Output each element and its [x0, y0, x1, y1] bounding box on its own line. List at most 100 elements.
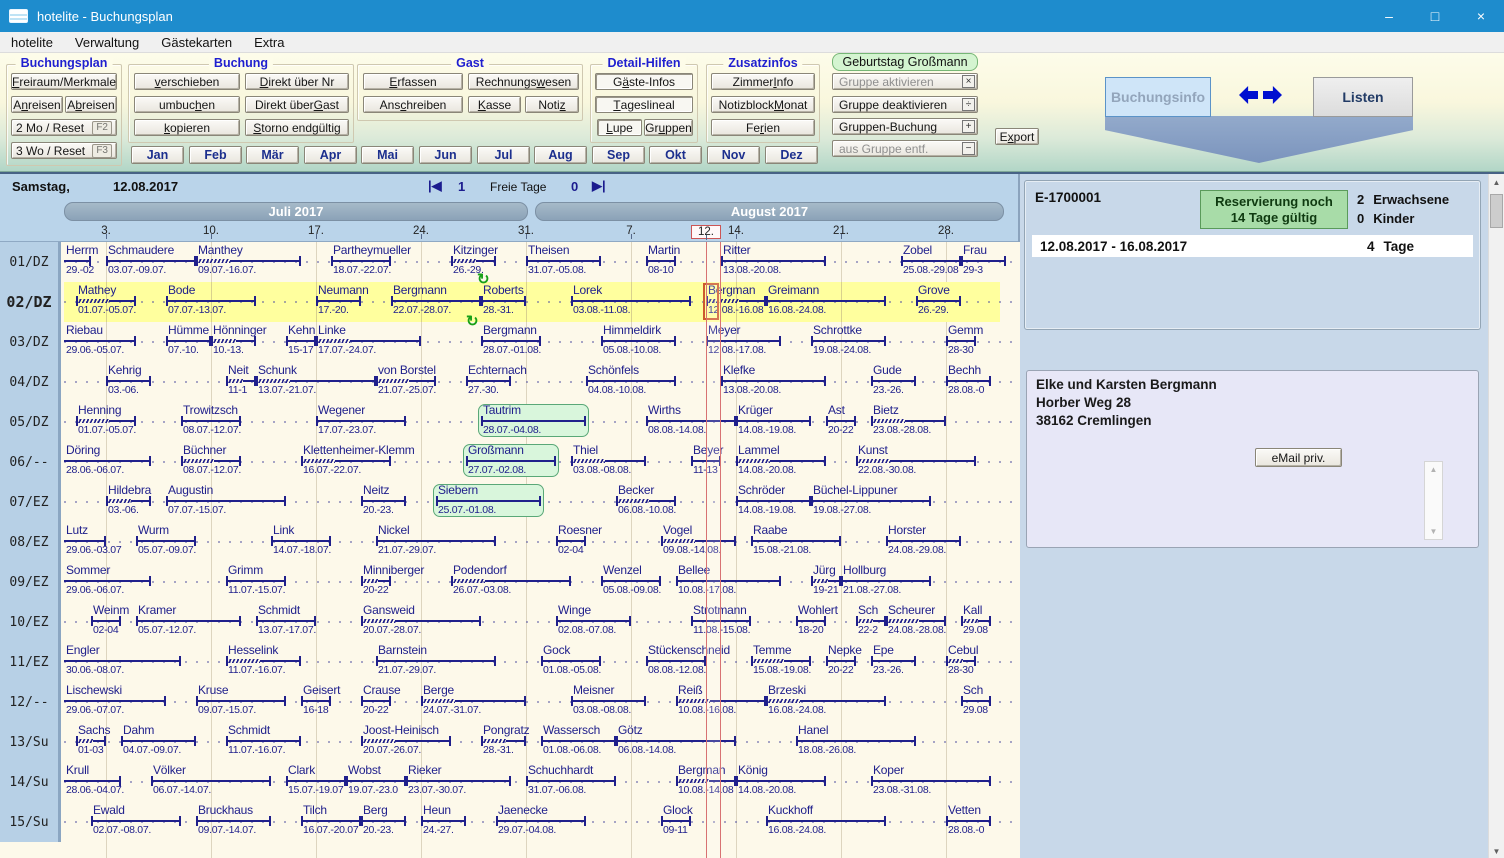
booking[interactable]: Wegener17.07.-23.07.: [316, 402, 406, 442]
arrow-right-icon[interactable]: [1263, 86, 1282, 104]
booking[interactable]: Thiel03.08.-08.08.: [571, 442, 646, 482]
booking[interactable]: Cebul28-30: [946, 642, 976, 682]
booking[interactable]: Tautrim28.07.-04.08.: [481, 402, 586, 442]
anreisen-button[interactable]: Anreisen: [11, 96, 63, 113]
room-timeline[interactable]: Ewald02.07.-08.07.Bruckhaus09.07.-14.07.…: [64, 802, 1020, 842]
booking[interactable]: Wohlert18-20: [796, 602, 826, 642]
booking[interactable]: Wobst19.07.-23.0: [346, 762, 406, 802]
booking[interactable]: Bergmann28.07.-01.08.: [481, 322, 541, 362]
booking[interactable]: Krull28.06.-04.07.: [64, 762, 121, 802]
booking[interactable]: Crause20-22: [361, 682, 391, 722]
booking[interactable]: Grove26.-29.: [916, 282, 961, 322]
booking[interactable]: Nickel21.07.-29.07.: [376, 522, 496, 562]
menu-extra[interactable]: Extra: [243, 32, 295, 53]
booking[interactable]: Büchner08.07.-12.07.: [181, 442, 241, 482]
booking[interactable]: Henning01.07.-05.07.: [76, 402, 136, 442]
booking[interactable]: Jaenecke29.07.-04.08.: [496, 802, 586, 842]
jump-last-icon[interactable]: ▶|: [592, 178, 606, 194]
booking[interactable]: Echternach27.-30.: [466, 362, 511, 402]
month-button-feb[interactable]: Feb: [189, 146, 242, 164]
booking[interactable]: Beyer11-13: [691, 442, 721, 482]
month-button-dez[interactable]: Dez: [765, 146, 818, 164]
booking[interactable]: Wassersch01.08.-06.08.: [541, 722, 616, 762]
minimize-button[interactable]: –: [1366, 0, 1412, 32]
booking[interactable]: Gemm28-30: [946, 322, 976, 362]
month-button-nov[interactable]: Nov: [707, 146, 760, 164]
booking[interactable]: Neumann17.-20.: [316, 282, 361, 322]
rechnungswesen-button[interactable]: Rechnungswesen: [468, 73, 579, 90]
scroll-up-icon[interactable]: ▲: [1489, 174, 1504, 191]
room-timeline[interactable]: Riebau29.06.-05.07.Hümme07.-10.Hönninger…: [64, 322, 1020, 362]
booking[interactable]: Bruckhaus09.07.-14.07.: [196, 802, 271, 842]
booking[interactable]: Linke17.07.-24.07.: [316, 322, 421, 362]
booking[interactable]: Klefke13.08.-20.08.: [721, 362, 826, 402]
booking[interactable]: Roesner02-04: [556, 522, 586, 562]
booking[interactable]: Bellee10.08.-17.08.: [676, 562, 781, 602]
booking[interactable]: Schmaudere03.07.-09.07.: [106, 242, 196, 282]
room-timeline[interactable]: Lischewski29.06.-07.07.Kruse09.07.-15.07…: [64, 682, 1020, 722]
room-label[interactable]: 04/DZ: [0, 362, 61, 402]
room-label[interactable]: 12/--: [0, 682, 61, 722]
booking[interactable]: Raabe15.08.-21.08.: [751, 522, 841, 562]
booking[interactable]: Barnstein21.07.-29.07.: [376, 642, 496, 682]
booking[interactable]: Greimann16.08.-24.08.: [766, 282, 886, 322]
room-label[interactable]: 01/DZ: [0, 242, 61, 282]
gruppen-buchung-button[interactable]: Gruppen-Buchung +: [832, 118, 978, 135]
window-scrollbar[interactable]: ▲ ▼: [1488, 174, 1504, 858]
booking[interactable]: Kall29.08: [961, 602, 991, 642]
room-label[interactable]: 03/DZ: [0, 322, 61, 362]
booking[interactable]: Klettenheimer-Klemm16.07.-22.07.: [301, 442, 391, 482]
verschieben-button[interactable]: verschieben: [134, 73, 240, 90]
aus-gruppe-entfernen-button[interactable]: aus Gruppe entf. −: [832, 140, 978, 157]
booking[interactable]: Heun24.-27.: [421, 802, 466, 842]
booking[interactable]: Berg20.-23.: [361, 802, 406, 842]
room-label[interactable]: 07/EZ: [0, 482, 61, 522]
booking[interactable]: Glock09-11: [661, 802, 691, 842]
booking[interactable]: Sch29.08: [961, 682, 991, 722]
booking[interactable]: Winge02.08.-07.08.: [556, 602, 631, 642]
scroll-down-icon[interactable]: ▼: [1489, 843, 1504, 858]
gruppen-button[interactable]: Gruppen: [644, 119, 693, 136]
room-timeline[interactable]: Sachs01-03Dahm04.07.-09.07.Schmidt11.07.…: [64, 722, 1020, 762]
booking[interactable]: Hönninger10.-13.: [211, 322, 256, 362]
booking[interactable]: Rieker23.07.-30.07.: [406, 762, 511, 802]
gruppe-aktivieren-button[interactable]: Gruppe aktivieren ×: [832, 73, 978, 90]
booking[interactable]: Gude23.-26.: [871, 362, 916, 402]
direkt-ueber-gast-button[interactable]: Direkt über Gast: [245, 96, 349, 113]
booking[interactable]: Meisner03.08.-08.08.: [571, 682, 646, 722]
umbuchen-button[interactable]: umbuchen: [134, 96, 240, 113]
month-button-jan[interactable]: Jan: [131, 146, 184, 164]
menu-gaestekarten[interactable]: Gästekarten: [150, 32, 243, 53]
booking[interactable]: Riebau29.06.-05.07.: [64, 322, 136, 362]
buchungsinfo-button[interactable]: Buchungsinfo: [1105, 77, 1211, 117]
direkt-ueber-nr-button[interactable]: Direkt über Nr: [245, 73, 349, 90]
booking[interactable]: Schröder14.08.-19.08.: [736, 482, 811, 522]
room-timeline[interactable]: Kehrig03.-06.Neit11-1Schunk13.07.-21.07.…: [64, 362, 1020, 402]
reservation-date-row[interactable]: 12.08.2017 - 16.08.2017 4 Tage: [1032, 235, 1473, 257]
booking[interactable]: Sommer29.06.-06.07.: [64, 562, 151, 602]
booking[interactable]: Bergman12.08.-16.08: [706, 282, 766, 322]
booking[interactable]: Nepke20-22: [826, 642, 856, 682]
room-timeline[interactable]: Döring28.06.-06.07.Büchner08.07.-12.07.K…: [64, 442, 1020, 482]
booking[interactable]: Horster24.08.-29.08.: [886, 522, 961, 562]
booking[interactable]: von Borstel21.07.-25.07.: [376, 362, 436, 402]
room-label[interactable]: 14/Su: [0, 762, 61, 802]
booking[interactable]: Bode07.07.-13.07.: [166, 282, 256, 322]
booking[interactable]: Becker06.08.-10.08.: [616, 482, 676, 522]
booking[interactable]: Gock01.08.-05.08.: [541, 642, 601, 682]
booking[interactable]: Brzeski16.08.-24.08.: [766, 682, 886, 722]
booking[interactable]: König14.08.-20.08.: [736, 762, 826, 802]
month-button-okt[interactable]: Okt: [649, 146, 702, 164]
gruppe-deaktivieren-button[interactable]: Gruppe deaktivieren ÷: [832, 96, 978, 113]
scroll-down-icon[interactable]: ▼: [1425, 527, 1442, 536]
booking[interactable]: Schönfels04.08.-10.08.: [586, 362, 676, 402]
booking[interactable]: Lammel14.08.-20.08.: [736, 442, 826, 482]
booking[interactable]: Neit11-1: [226, 362, 256, 402]
jump-first-icon[interactable]: |◀: [428, 178, 442, 194]
booking[interactable]: Zobel25.08.-29.08: [901, 242, 961, 282]
booking[interactable]: Lischewski29.06.-07.07.: [64, 682, 166, 722]
arrow-left-icon[interactable]: [1239, 86, 1258, 104]
booking[interactable]: Clark15.07.-19.07: [286, 762, 346, 802]
month-button-apr[interactable]: Apr: [304, 146, 357, 164]
booking[interactable]: Herrm29.-02: [64, 242, 91, 282]
